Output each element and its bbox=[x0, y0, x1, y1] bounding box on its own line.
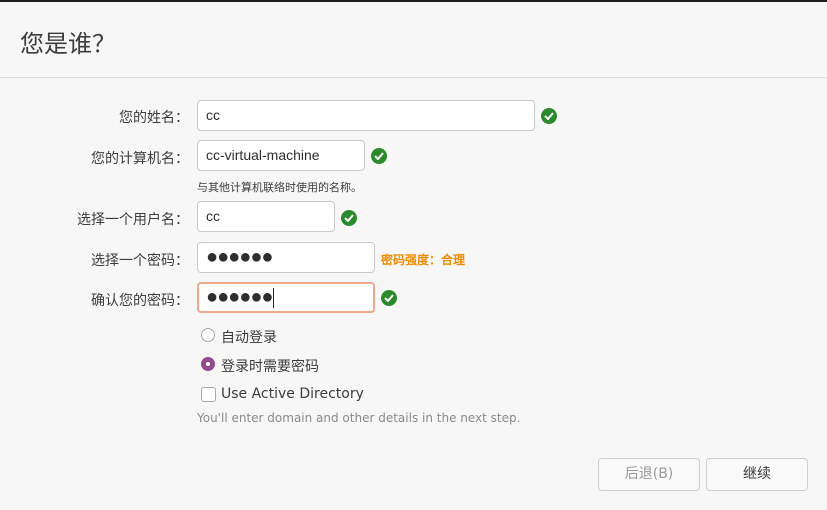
header-divider bbox=[0, 77, 827, 78]
username-input[interactable]: cc bbox=[197, 201, 335, 232]
back-button[interactable]: 后退(B) bbox=[598, 458, 700, 491]
computer-name-input[interactable]: cc-virtual-machine bbox=[197, 140, 365, 171]
active-directory-note: You'll enter domain and other details in… bbox=[197, 411, 521, 425]
password-input[interactable]: ●●●●●● bbox=[197, 242, 375, 273]
name-valid-icon bbox=[541, 108, 557, 124]
username-label: 选择一个用户名： bbox=[77, 212, 189, 228]
confirm-password-value: ●●●●●● bbox=[206, 286, 273, 308]
continue-button[interactable]: 继续 bbox=[706, 458, 808, 491]
active-directory-label[interactable]: Use Active Directory bbox=[221, 386, 364, 402]
name-label: 您的姓名： bbox=[119, 110, 189, 126]
window-top-border bbox=[0, 0, 827, 2]
require-password-label[interactable]: 登录时需要密码 bbox=[221, 356, 319, 376]
computer-name-label: 您的计算机名： bbox=[91, 151, 189, 167]
confirm-password-input[interactable]: ●●●●●● bbox=[197, 282, 375, 313]
name-input[interactable]: cc bbox=[197, 100, 535, 131]
require-password-radio[interactable] bbox=[201, 357, 215, 371]
computer-name-hint: 与其他计算机联络时使用的名称。 bbox=[197, 181, 362, 194]
active-directory-checkbox[interactable] bbox=[201, 387, 216, 402]
password-label: 选择一个密码： bbox=[91, 253, 189, 269]
password-strength: 密码强度：合理 bbox=[381, 253, 466, 267]
auto-login-radio[interactable] bbox=[201, 328, 215, 342]
computer-name-valid-icon bbox=[371, 148, 387, 164]
confirm-password-valid-icon bbox=[381, 290, 397, 306]
confirm-password-label: 确认您的密码： bbox=[91, 293, 189, 309]
text-caret bbox=[273, 287, 275, 308]
page-title: 您是谁？ bbox=[20, 30, 116, 58]
username-valid-icon bbox=[341, 210, 357, 226]
auto-login-label[interactable]: 自动登录 bbox=[221, 327, 277, 347]
